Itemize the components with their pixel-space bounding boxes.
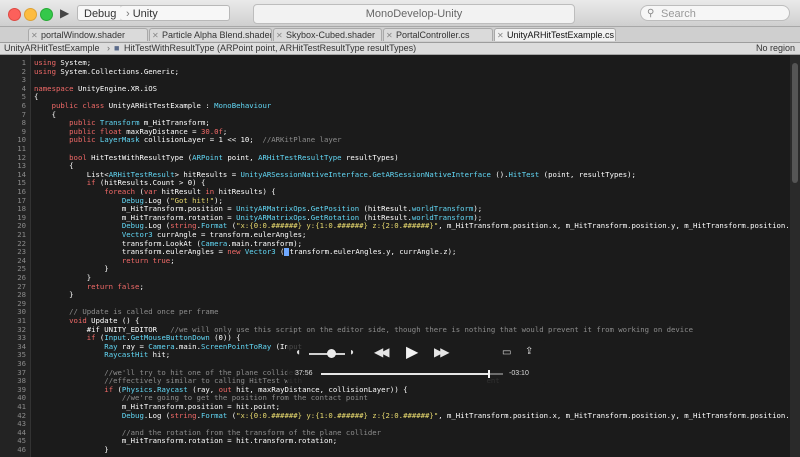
- tab-label: Particle Alpha Blend.shader: [162, 30, 272, 40]
- line-number: 46: [17, 445, 26, 454]
- playback-progress-bar[interactable]: [321, 370, 503, 378]
- search-icon: ⚲: [647, 8, 655, 19]
- elapsed-time: 37:56: [295, 370, 313, 377]
- method-selector-label: HitTestWithResultType (ARPoint point, AR…: [124, 43, 417, 53]
- tab-portalwindow-shader[interactable]: ✕ portalWindow.shader: [28, 28, 148, 41]
- video-player-controls: ◖ ◗ ◀◀ ▶ ▶▶ ▭ ⇪ 37:56 -03:10: [287, 338, 545, 386]
- region-selector-label: No region: [756, 43, 796, 53]
- class-selector-label: UnityARHitTestExample: [4, 43, 100, 53]
- method-icon: ■: [114, 43, 120, 53]
- window-title: MonoDevelop-Unity: [365, 8, 463, 20]
- volume-slider-knob[interactable]: [327, 349, 336, 358]
- code-editor[interactable]: 1 using System; 2 using System.Collections.…: [0, 55, 790, 457]
- target-label: Unity: [132, 8, 158, 20]
- tab-skybox-cubed-shader[interactable]: ✕ Skybox-Cubed.shader: [273, 28, 382, 41]
- tab-particle-alpha-blend-shader[interactable]: ✕ Particle Alpha Blend.shader: [149, 28, 272, 41]
- airplay-icon[interactable]: ▭: [502, 347, 511, 358]
- close-tab-icon[interactable]: ✕: [276, 29, 283, 41]
- document-tab-bar: ✕ portalWindow.shader ✕ Particle Alpha B…: [0, 27, 800, 43]
- tab-label: Skybox-Cubed.shader: [286, 30, 376, 40]
- build-config-label: Debug: [84, 8, 117, 20]
- chevron-right-icon: ›: [126, 8, 130, 20]
- zoom-window-button[interactable]: [40, 8, 53, 21]
- tab-portalcontroller-cs[interactable]: ✕ PortalController.cs: [383, 28, 493, 41]
- playback-scrubber[interactable]: [487, 370, 490, 378]
- fast-forward-button[interactable]: ▶▶: [434, 345, 450, 359]
- vertical-scrollbar[interactable]: [790, 55, 800, 457]
- code-line[interactable]: 46 }: [0, 445, 790, 454]
- close-tab-icon[interactable]: ✕: [497, 29, 504, 41]
- share-icon[interactable]: ⇪: [525, 346, 533, 357]
- tab-unityarhittestexample-cs[interactable]: ✕ UnityARHitTestExample.cs: [494, 28, 616, 41]
- path-bar: UnityARHitTestExample › ■ HitTestWithRes…: [0, 43, 800, 55]
- code-text: }: [34, 445, 109, 454]
- close-tab-icon[interactable]: ✕: [152, 29, 159, 41]
- close-tab-icon[interactable]: ✕: [31, 29, 38, 41]
- search-field[interactable]: ⚲ Search: [640, 5, 790, 21]
- tab-label: PortalController.cs: [396, 30, 470, 40]
- close-tab-icon[interactable]: ✕: [386, 29, 393, 41]
- minimize-window-button[interactable]: [24, 8, 37, 21]
- volume-low-icon: ◖: [295, 347, 302, 358]
- target-dropdown[interactable]: › Unity: [120, 5, 230, 21]
- window-title-box: MonoDevelop-Unity: [253, 4, 575, 24]
- close-window-button[interactable]: [8, 8, 21, 21]
- remaining-time: -03:10: [509, 370, 529, 377]
- chevron-right-icon: ›: [107, 43, 110, 53]
- code-token: }: [34, 445, 109, 454]
- volume-high-icon: ◗: [349, 347, 356, 358]
- tab-label: UnityARHitTestExample.cs: [507, 30, 615, 40]
- scrollbar-thumb[interactable]: [792, 63, 798, 183]
- rewind-button[interactable]: ◀◀: [374, 345, 390, 359]
- play-button[interactable]: ▶: [406, 342, 418, 362]
- playback-progress-fill: [321, 373, 489, 375]
- search-placeholder: Search: [661, 8, 696, 20]
- tab-label: portalWindow.shader: [41, 30, 126, 40]
- window-titlebar: ▶ Debug › Unity MonoDevelop-Unity ⚲ Sear…: [0, 0, 800, 27]
- run-play-icon[interactable]: ▶: [60, 6, 69, 20]
